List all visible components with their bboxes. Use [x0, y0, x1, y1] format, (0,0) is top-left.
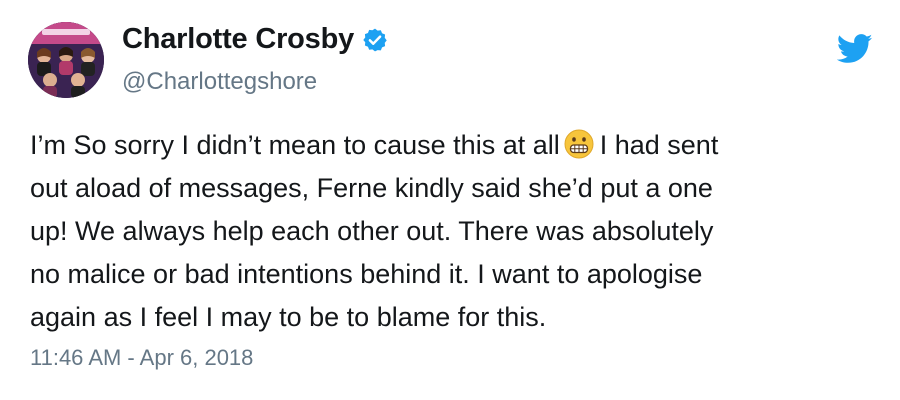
avatar-photo-icon	[28, 22, 104, 98]
avatar[interactable]	[28, 22, 104, 98]
tweet-card: Charlotte Crosby @Charlottegshore I’m So…	[0, 0, 900, 400]
author-handle[interactable]: @Charlottegshore	[122, 68, 317, 96]
tweet-line-1: I’m So sorry I didn’t mean to cause this…	[30, 124, 880, 167]
tweet-line-2: out aload of messages, Ferne kindly said…	[30, 173, 713, 203]
author-display-name[interactable]: Charlotte Crosby	[122, 23, 354, 56]
tweet-line-3: up! We always help each other out. There…	[30, 216, 714, 246]
tweet-text: I’m So sorry I didn’t mean to cause this…	[30, 124, 880, 339]
tweet-line-1-end: I had sent	[599, 130, 719, 160]
twitter-bird-icon[interactable]	[836, 34, 873, 64]
tweet-line-1-start: I’m So sorry I didn’t mean to cause this…	[30, 130, 560, 160]
tweet-line-5: again as I feel I may to be to blame for…	[30, 302, 547, 332]
author-name-row: Charlotte Crosby	[122, 23, 388, 56]
verified-badge-icon	[362, 27, 388, 53]
tweet-line-4: no malice or bad intentions behind it. I…	[30, 259, 703, 289]
grimacing-face-emoji-icon	[564, 129, 594, 159]
tweet-timestamp[interactable]: 11:46 AM - Apr 6, 2018	[30, 345, 253, 371]
